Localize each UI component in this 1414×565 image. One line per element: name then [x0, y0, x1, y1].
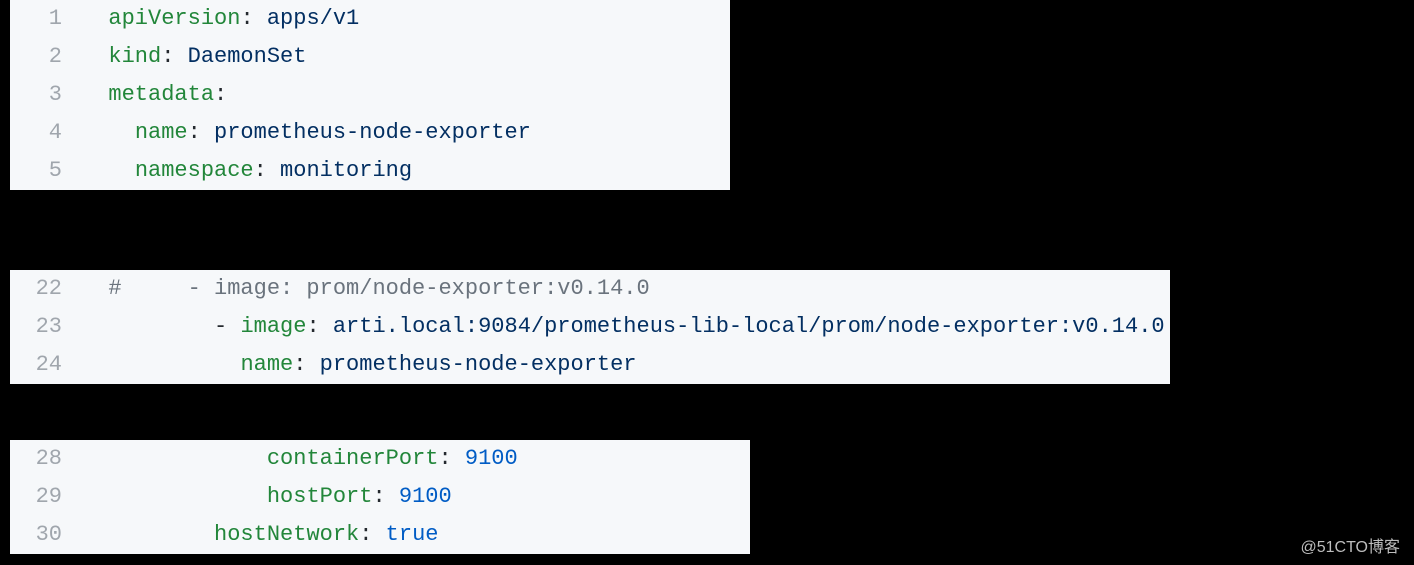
line-number: 23	[10, 308, 82, 346]
code-line: 2 kind: DaemonSet	[10, 38, 730, 76]
line-number: 22	[10, 270, 82, 308]
code-line: 5 namespace: monitoring	[10, 152, 730, 190]
code-line: 23 - image: arti.local:9084/prometheus-l…	[10, 308, 1170, 346]
line-number: 3	[10, 76, 82, 114]
line-content: hostPort: 9100	[82, 478, 452, 516]
line-content: kind: DaemonSet	[82, 38, 306, 76]
line-number: 24	[10, 346, 82, 384]
line-number: 2	[10, 38, 82, 76]
watermark: @51CTO博客	[1300, 533, 1400, 557]
line-content: apiVersion: apps/v1	[82, 0, 359, 38]
line-content: name: prometheus-node-exporter	[82, 114, 531, 152]
code-block-1: 1 apiVersion: apps/v12 kind: DaemonSet3 …	[10, 0, 730, 190]
line-number: 29	[10, 478, 82, 516]
code-line: 24 name: prometheus-node-exporter	[10, 346, 1170, 384]
code-block-3: 28 containerPort: 910029 hostPort: 91003…	[10, 440, 750, 554]
line-content: name: prometheus-node-exporter	[82, 346, 637, 384]
line-number: 28	[10, 440, 82, 478]
code-line: 4 name: prometheus-node-exporter	[10, 114, 730, 152]
line-content: # - image: prom/node-exporter:v0.14.0	[82, 270, 650, 308]
code-line: 29 hostPort: 9100	[10, 478, 750, 516]
code-line: 22 # - image: prom/node-exporter:v0.14.0	[10, 270, 1170, 308]
line-content: containerPort: 9100	[82, 440, 518, 478]
line-number: 4	[10, 114, 82, 152]
code-line: 28 containerPort: 9100	[10, 440, 750, 478]
code-line: 3 metadata:	[10, 76, 730, 114]
line-content: hostNetwork: true	[82, 516, 438, 554]
line-content: namespace: monitoring	[82, 152, 412, 190]
line-number: 30	[10, 516, 82, 554]
code-line: 30 hostNetwork: true	[10, 516, 750, 554]
line-content: metadata:	[82, 76, 227, 114]
line-number: 5	[10, 152, 82, 190]
code-block-2: 22 # - image: prom/node-exporter:v0.14.0…	[10, 270, 1170, 384]
code-line: 1 apiVersion: apps/v1	[10, 0, 730, 38]
line-number: 1	[10, 0, 82, 38]
line-content: - image: arti.local:9084/prometheus-lib-…	[82, 308, 1165, 346]
